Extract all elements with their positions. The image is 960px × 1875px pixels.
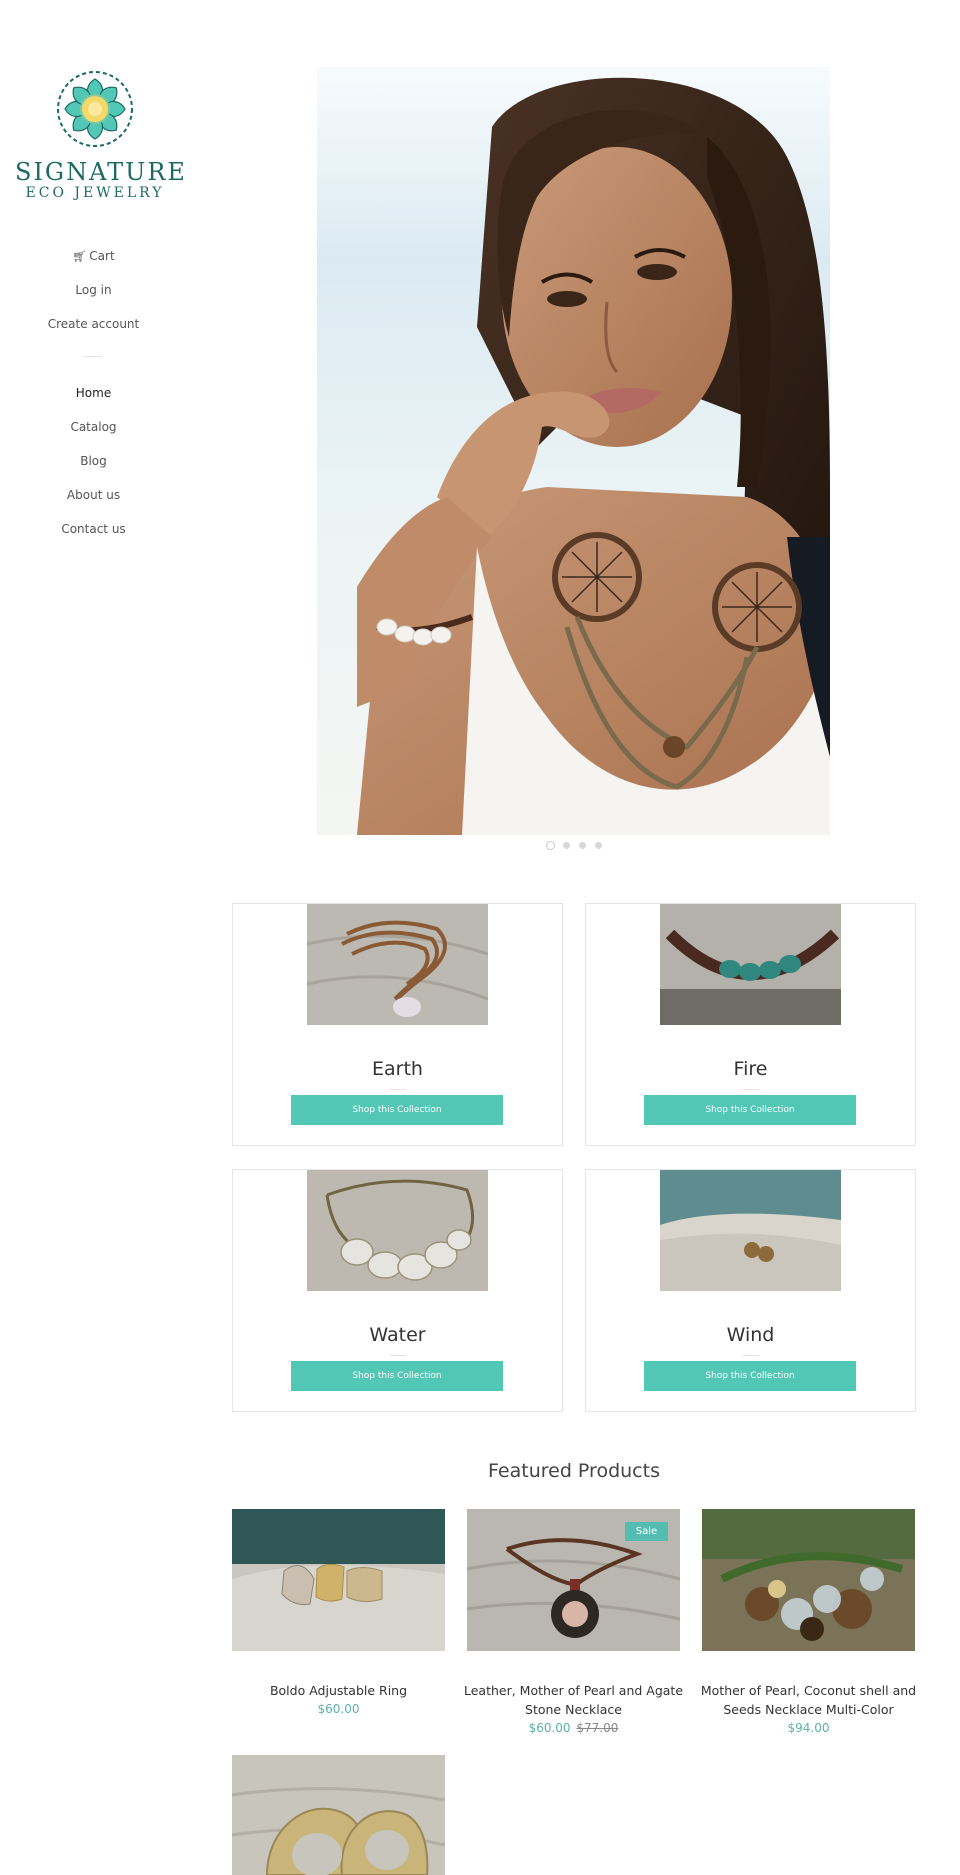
- shop-collection-button[interactable]: Shop this Collection: [291, 1361, 503, 1391]
- model-wearing-necklace-photo: [317, 67, 830, 835]
- collection-title[interactable]: Water: [233, 1323, 562, 1347]
- collection-card-earth: Earth Shop this Collection: [232, 903, 563, 1146]
- brand-name: SIGNATURE: [15, 158, 187, 186]
- slide-dot-4[interactable]: [595, 842, 602, 849]
- collection-image-water[interactable]: [307, 1170, 488, 1291]
- sidebar-divider: [84, 356, 102, 357]
- product-price: $60.00 $77.00: [467, 1720, 680, 1736]
- slide-dot-2[interactable]: [563, 842, 570, 849]
- product-title[interactable]: Boldo Adjustable Ring: [226, 1681, 451, 1700]
- collection-card-water: Water Shop this Collection: [232, 1169, 563, 1412]
- nav-catalog[interactable]: Catalog: [0, 419, 187, 435]
- product-price-value: $94.00: [787, 1721, 830, 1735]
- slide-dot-1[interactable]: [546, 841, 555, 850]
- product-price: $94.00: [702, 1720, 915, 1736]
- product-title[interactable]: Leather, Mother of Pearl and Agate Stone…: [461, 1681, 686, 1719]
- brand-subtitle: ECO JEWELRY: [25, 185, 165, 201]
- nav-blog[interactable]: Blog: [0, 453, 187, 469]
- shop-collection-button[interactable]: Shop this Collection: [291, 1095, 503, 1125]
- collection-card-wind: Wind Shop this Collection: [585, 1169, 916, 1412]
- collection-image-wind[interactable]: [660, 1170, 841, 1291]
- collection-title[interactable]: Wind: [586, 1323, 915, 1347]
- cart-label: Cart: [89, 249, 115, 263]
- product-sale-price: $60.00: [528, 1721, 571, 1735]
- featured-products-heading: Featured Products: [488, 1460, 660, 1482]
- sale-badge: Sale: [625, 1522, 668, 1541]
- nav-contact-us[interactable]: Contact us: [0, 521, 187, 537]
- shop-collection-button[interactable]: Shop this Collection: [644, 1361, 856, 1391]
- collection-divider: [743, 1089, 759, 1090]
- product-image[interactable]: [702, 1509, 915, 1651]
- shop-collection-button[interactable]: Shop this Collection: [644, 1095, 856, 1125]
- collection-card-fire: Fire Shop this Collection: [585, 903, 916, 1146]
- nav-about-us[interactable]: About us: [0, 487, 187, 503]
- create-account-link[interactable]: Create account: [0, 316, 187, 332]
- collection-image-fire[interactable]: [660, 904, 841, 1025]
- product-image[interactable]: [232, 1755, 445, 1875]
- collection-divider: [390, 1355, 406, 1356]
- collection-title[interactable]: Fire: [586, 1057, 915, 1081]
- product-compare-price: $77.00: [576, 1721, 619, 1735]
- cart-icon: 🛒︎: [72, 250, 87, 263]
- login-link[interactable]: Log in: [0, 282, 187, 298]
- product-image[interactable]: Sale: [467, 1509, 680, 1651]
- mandala-logo-icon: [57, 71, 133, 147]
- slide-dot-3[interactable]: [579, 842, 586, 849]
- product-title[interactable]: Mother of Pearl, Coconut shell and Seeds…: [696, 1681, 921, 1719]
- cart-link[interactable]: 🛒︎ Cart: [0, 248, 187, 265]
- product-image[interactable]: [232, 1509, 445, 1651]
- collection-divider: [390, 1089, 406, 1090]
- nav-home[interactable]: Home: [0, 385, 187, 401]
- hero-slide-image[interactable]: [317, 67, 830, 835]
- collection-image-earth[interactable]: [307, 904, 488, 1025]
- product-price: $60.00: [232, 1701, 445, 1717]
- product-price-value: $60.00: [317, 1702, 360, 1716]
- brand-logo[interactable]: SIGNATURE ECO JEWELRY: [15, 68, 187, 206]
- collection-title[interactable]: Earth: [233, 1057, 562, 1081]
- collection-divider: [743, 1355, 759, 1356]
